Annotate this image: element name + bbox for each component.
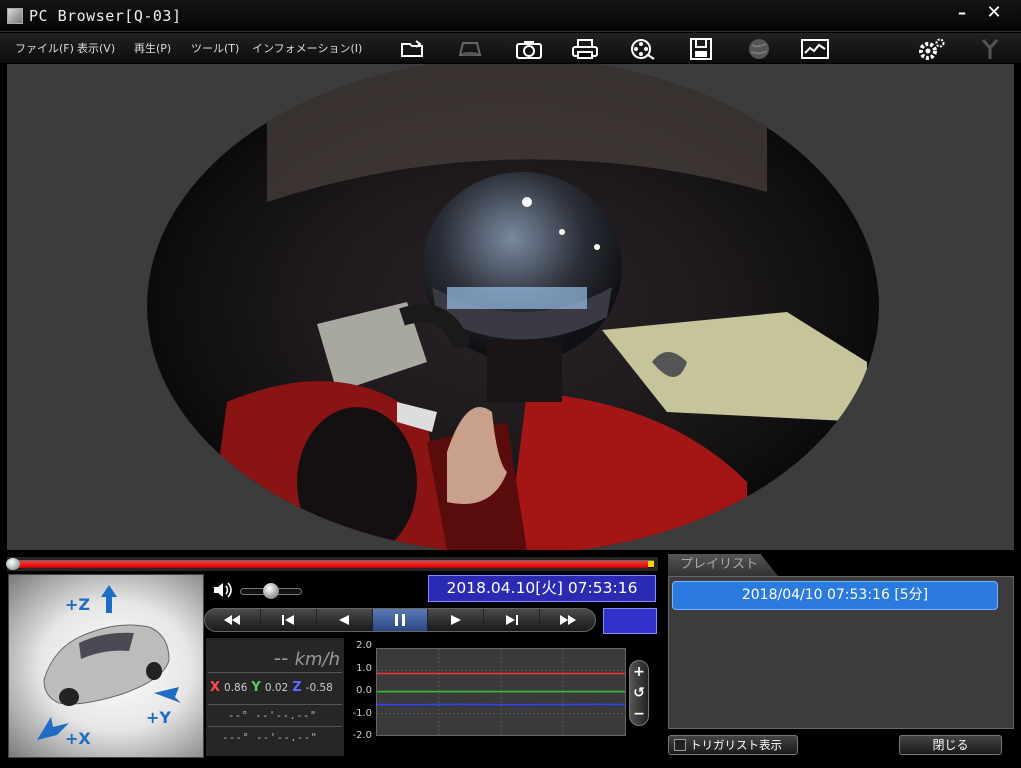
y-tick-label: 1.0 <box>356 663 372 674</box>
y-tick-label: -2.0 <box>352 730 372 741</box>
fast-forward-button[interactable] <box>540 609 595 631</box>
gsensor-chart <box>376 649 626 735</box>
menu-tools[interactable]: ツール(T) <box>191 40 239 56</box>
close-button[interactable]: 閉じる <box>899 735 1002 755</box>
car-3d-icon <box>37 585 181 740</box>
close-window-button[interactable]: ✕ <box>979 4 1009 24</box>
gsensor-y-label: Y <box>251 680 261 695</box>
film-search-icon[interactable] <box>625 35 661 63</box>
seek-handle[interactable] <box>6 558 20 570</box>
globe-icon[interactable] <box>741 35 777 63</box>
save-icon[interactable] <box>683 35 719 63</box>
fast-forward-icon <box>559 615 576 625</box>
trigger-list-label: トリガリスト表示 <box>690 738 782 752</box>
camera-icon[interactable] <box>511 35 547 63</box>
axis-x-label: +X <box>65 729 91 748</box>
marker-color-button[interactable] <box>603 608 657 634</box>
video-viewport[interactable] <box>7 64 1014 550</box>
menu-information[interactable]: インフォメーション(I) <box>252 40 362 56</box>
menu-play[interactable]: 再生(P) <box>134 40 171 56</box>
skip-next-icon <box>505 615 518 625</box>
play-button[interactable] <box>428 609 485 631</box>
seek-bar[interactable] <box>12 560 654 568</box>
tab-playlist[interactable]: プレイリスト <box>668 554 778 576</box>
speed-value: -- <box>273 646 295 670</box>
window-title: PC Browser[Q-03] <box>29 7 182 25</box>
skip-previous-icon <box>282 615 295 625</box>
divider <box>208 704 342 705</box>
gsensor-x-value: 0.86 <box>224 681 248 694</box>
y-tick-label: 2.0 <box>356 640 372 651</box>
title-bar: PC Browser[Q-03] – ✕ <box>0 0 1021 32</box>
previous-button[interactable] <box>261 609 317 631</box>
seek-end-marker <box>648 561 654 567</box>
seek-bar-fill <box>12 561 648 568</box>
next-button[interactable] <box>484 609 541 631</box>
y-tick-label: 0.0 <box>356 685 372 696</box>
graph-zoom-controls: + ↺ − <box>629 660 649 726</box>
settings-gears-icon[interactable] <box>913 35 949 63</box>
playlist-panel: 2018/04/10 07:53:16 [5分] <box>668 576 1014 729</box>
minimize-button[interactable]: – <box>947 4 977 24</box>
gsensor-readout: X 0.86 Y 0.02 Z -0.58 <box>210 680 333 695</box>
longitude-readout: ---° --'--.--" <box>222 732 318 744</box>
play-icon <box>450 615 461 625</box>
speed-sensor-panel: -- km/h X 0.86 Y 0.02 Z -0.58 --° --'--.… <box>206 638 344 756</box>
speed-unit: km/h <box>294 649 340 670</box>
rewind-icon <box>224 615 241 625</box>
menu-file[interactable]: ファイル(F) <box>15 40 74 56</box>
y-tick-label: -1.0 <box>352 708 372 719</box>
divider <box>208 726 342 727</box>
antenna-icon[interactable] <box>972 35 1008 63</box>
speed-readout: -- km/h <box>274 646 340 670</box>
rewind-button[interactable] <box>205 609 261 631</box>
gsensor-x-label: X <box>210 680 221 695</box>
transport-controls <box>204 608 596 632</box>
divider <box>208 672 342 673</box>
printer-icon[interactable] <box>567 35 603 63</box>
axis-y-label: +Y <box>146 708 171 727</box>
gsensor-z-value: -0.58 <box>305 681 333 694</box>
trigger-list-toggle[interactable]: トリガリスト表示 <box>668 735 798 755</box>
zoom-reset-button[interactable]: ↺ <box>633 685 645 701</box>
gsensor-z-label: Z <box>292 680 302 695</box>
trigger-list-checkbox[interactable] <box>674 739 686 751</box>
gsensor-y-value: 0.02 <box>264 681 289 694</box>
graph-y-axis: 2.0 1.0 0.0 -1.0 -2.0 <box>350 640 374 741</box>
step-back-button[interactable] <box>317 609 373 631</box>
play-reverse-icon <box>339 615 350 625</box>
menu-view[interactable]: 表示(V) <box>77 40 115 56</box>
disc-tray-icon[interactable] <box>452 35 488 63</box>
map-chart-icon[interactable] <box>797 35 833 63</box>
latitude-readout: --° --'--.--" <box>228 710 317 722</box>
vehicle-orientation-panel: +Z +Y +X <box>8 574 204 758</box>
playlist-item[interactable]: 2018/04/10 07:53:16 [5分] <box>672 581 998 610</box>
gsensor-graph[interactable] <box>376 648 626 736</box>
volume-slider-knob[interactable] <box>263 583 279 599</box>
zoom-out-button[interactable]: − <box>633 706 645 722</box>
app-icon <box>7 8 23 24</box>
pause-button[interactable] <box>372 609 429 631</box>
pause-icon <box>395 614 405 626</box>
fisheye-video-frame <box>147 64 879 550</box>
axis-z-label: +Z <box>65 595 91 614</box>
zoom-in-button[interactable]: + <box>633 664 645 680</box>
menu-bar: ファイル(F) 表示(V) 再生(P) ツール(T) インフォメーション(I) <box>0 33 1021 63</box>
folder-export-icon[interactable] <box>395 35 431 63</box>
volume-icon[interactable] <box>212 580 234 600</box>
recording-datetime: 2018.04.10[火] 07:53:16 <box>428 575 656 602</box>
